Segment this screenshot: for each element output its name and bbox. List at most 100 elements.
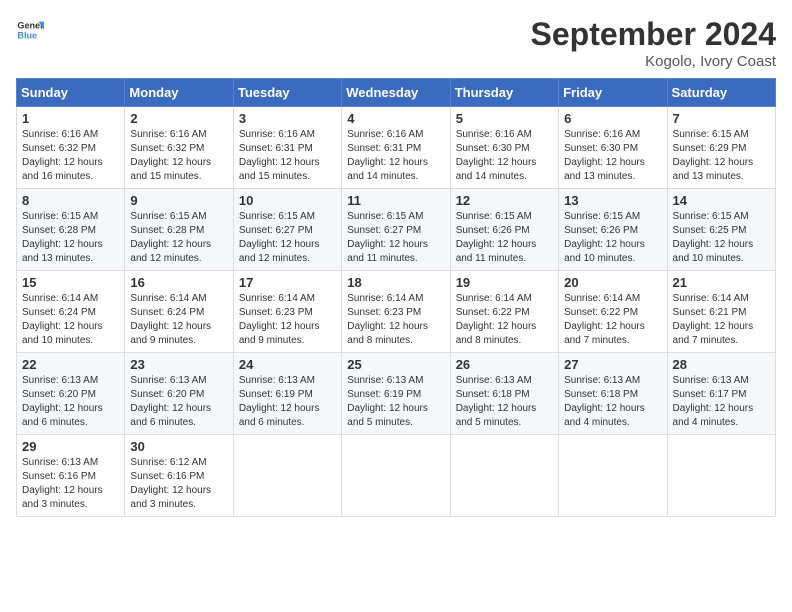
day-number: 20 — [564, 275, 661, 290]
calendar-week-4: 22 Sunrise: 6:13 AMSunset: 6:20 PMDaylig… — [17, 353, 776, 435]
day-number: 27 — [564, 357, 661, 372]
day-detail: Sunrise: 6:12 AMSunset: 6:16 PMDaylight:… — [130, 457, 211, 510]
day-number: 3 — [239, 111, 336, 126]
day-number: 16 — [130, 275, 227, 290]
day-number: 21 — [673, 275, 770, 290]
calendar-week-1: 1 Sunrise: 6:16 AMSunset: 6:32 PMDayligh… — [17, 107, 776, 189]
calendar-cell: 4 Sunrise: 6:16 AMSunset: 6:31 PMDayligh… — [342, 107, 450, 189]
calendar-cell: 14 Sunrise: 6:15 AMSunset: 6:25 PMDaylig… — [667, 189, 775, 271]
calendar-cell: 28 Sunrise: 6:13 AMSunset: 6:17 PMDaylig… — [667, 353, 775, 435]
calendar-cell: 15 Sunrise: 6:14 AMSunset: 6:24 PMDaylig… — [17, 271, 125, 353]
day-detail: Sunrise: 6:15 AMSunset: 6:26 PMDaylight:… — [564, 211, 645, 264]
day-number: 18 — [347, 275, 444, 290]
day-detail: Sunrise: 6:15 AMSunset: 6:25 PMDaylight:… — [673, 211, 754, 264]
day-number: 6 — [564, 111, 661, 126]
day-detail: Sunrise: 6:13 AMSunset: 6:19 PMDaylight:… — [347, 375, 428, 428]
day-detail: Sunrise: 6:14 AMSunset: 6:22 PMDaylight:… — [456, 293, 537, 346]
day-number: 15 — [22, 275, 119, 290]
calendar-cell — [559, 435, 667, 517]
day-number: 25 — [347, 357, 444, 372]
day-number: 1 — [22, 111, 119, 126]
weekday-header-monday: Monday — [125, 79, 233, 107]
day-detail: Sunrise: 6:16 AMSunset: 6:30 PMDaylight:… — [564, 129, 645, 182]
day-number: 5 — [456, 111, 553, 126]
calendar-cell: 19 Sunrise: 6:14 AMSunset: 6:22 PMDaylig… — [450, 271, 558, 353]
month-title: September 2024 — [531, 16, 776, 53]
day-number: 30 — [130, 439, 227, 454]
calendar-cell: 6 Sunrise: 6:16 AMSunset: 6:30 PMDayligh… — [559, 107, 667, 189]
calendar-cell: 17 Sunrise: 6:14 AMSunset: 6:23 PMDaylig… — [233, 271, 341, 353]
day-detail: Sunrise: 6:14 AMSunset: 6:21 PMDaylight:… — [673, 293, 754, 346]
calendar-cell — [233, 435, 341, 517]
day-detail: Sunrise: 6:13 AMSunset: 6:20 PMDaylight:… — [130, 375, 211, 428]
calendar-cell: 20 Sunrise: 6:14 AMSunset: 6:22 PMDaylig… — [559, 271, 667, 353]
calendar-cell: 12 Sunrise: 6:15 AMSunset: 6:26 PMDaylig… — [450, 189, 558, 271]
day-detail: Sunrise: 6:16 AMSunset: 6:30 PMDaylight:… — [456, 129, 537, 182]
day-detail: Sunrise: 6:16 AMSunset: 6:31 PMDaylight:… — [239, 129, 320, 182]
day-number: 14 — [673, 193, 770, 208]
calendar-week-5: 29 Sunrise: 6:13 AMSunset: 6:16 PMDaylig… — [17, 435, 776, 517]
weekday-header-tuesday: Tuesday — [233, 79, 341, 107]
logo: General Blue — [16, 16, 44, 44]
calendar-cell: 3 Sunrise: 6:16 AMSunset: 6:31 PMDayligh… — [233, 107, 341, 189]
day-number: 12 — [456, 193, 553, 208]
day-detail: Sunrise: 6:15 AMSunset: 6:26 PMDaylight:… — [456, 211, 537, 264]
calendar-cell: 11 Sunrise: 6:15 AMSunset: 6:27 PMDaylig… — [342, 189, 450, 271]
day-detail: Sunrise: 6:14 AMSunset: 6:22 PMDaylight:… — [564, 293, 645, 346]
day-number: 28 — [673, 357, 770, 372]
day-number: 8 — [22, 193, 119, 208]
calendar-cell: 26 Sunrise: 6:13 AMSunset: 6:18 PMDaylig… — [450, 353, 558, 435]
day-number: 11 — [347, 193, 444, 208]
title-area: September 2024 Kogolo, Ivory Coast — [531, 16, 776, 70]
calendar-cell — [342, 435, 450, 517]
calendar-cell: 5 Sunrise: 6:16 AMSunset: 6:30 PMDayligh… — [450, 107, 558, 189]
day-detail: Sunrise: 6:13 AMSunset: 6:16 PMDaylight:… — [22, 457, 103, 510]
calendar-cell: 27 Sunrise: 6:13 AMSunset: 6:18 PMDaylig… — [559, 353, 667, 435]
day-detail: Sunrise: 6:16 AMSunset: 6:31 PMDaylight:… — [347, 129, 428, 182]
day-detail: Sunrise: 6:14 AMSunset: 6:23 PMDaylight:… — [239, 293, 320, 346]
day-detail: Sunrise: 6:15 AMSunset: 6:27 PMDaylight:… — [239, 211, 320, 264]
day-number: 13 — [564, 193, 661, 208]
day-detail: Sunrise: 6:13 AMSunset: 6:20 PMDaylight:… — [22, 375, 103, 428]
calendar-cell: 30 Sunrise: 6:12 AMSunset: 6:16 PMDaylig… — [125, 435, 233, 517]
calendar-cell: 8 Sunrise: 6:15 AMSunset: 6:28 PMDayligh… — [17, 189, 125, 271]
weekday-header-friday: Friday — [559, 79, 667, 107]
calendar-cell: 25 Sunrise: 6:13 AMSunset: 6:19 PMDaylig… — [342, 353, 450, 435]
weekday-header-thursday: Thursday — [450, 79, 558, 107]
day-number: 10 — [239, 193, 336, 208]
day-number: 22 — [22, 357, 119, 372]
calendar-week-2: 8 Sunrise: 6:15 AMSunset: 6:28 PMDayligh… — [17, 189, 776, 271]
header: General Blue September 2024 Kogolo, Ivor… — [16, 16, 776, 70]
weekday-header-wednesday: Wednesday — [342, 79, 450, 107]
day-detail: Sunrise: 6:13 AMSunset: 6:17 PMDaylight:… — [673, 375, 754, 428]
day-detail: Sunrise: 6:13 AMSunset: 6:19 PMDaylight:… — [239, 375, 320, 428]
calendar-cell: 23 Sunrise: 6:13 AMSunset: 6:20 PMDaylig… — [125, 353, 233, 435]
day-detail: Sunrise: 6:14 AMSunset: 6:24 PMDaylight:… — [130, 293, 211, 346]
weekday-header-row: SundayMondayTuesdayWednesdayThursdayFrid… — [17, 79, 776, 107]
day-number: 17 — [239, 275, 336, 290]
day-number: 19 — [456, 275, 553, 290]
day-number: 26 — [456, 357, 553, 372]
day-detail: Sunrise: 6:15 AMSunset: 6:28 PMDaylight:… — [22, 211, 103, 264]
day-detail: Sunrise: 6:13 AMSunset: 6:18 PMDaylight:… — [564, 375, 645, 428]
calendar-cell: 10 Sunrise: 6:15 AMSunset: 6:27 PMDaylig… — [233, 189, 341, 271]
calendar-cell — [667, 435, 775, 517]
day-number: 9 — [130, 193, 227, 208]
day-number: 7 — [673, 111, 770, 126]
day-number: 23 — [130, 357, 227, 372]
calendar-table: SundayMondayTuesdayWednesdayThursdayFrid… — [16, 78, 776, 517]
calendar-cell: 22 Sunrise: 6:13 AMSunset: 6:20 PMDaylig… — [17, 353, 125, 435]
calendar-week-3: 15 Sunrise: 6:14 AMSunset: 6:24 PMDaylig… — [17, 271, 776, 353]
day-number: 24 — [239, 357, 336, 372]
calendar-cell: 13 Sunrise: 6:15 AMSunset: 6:26 PMDaylig… — [559, 189, 667, 271]
day-number: 29 — [22, 439, 119, 454]
day-detail: Sunrise: 6:15 AMSunset: 6:27 PMDaylight:… — [347, 211, 428, 264]
weekday-header-sunday: Sunday — [17, 79, 125, 107]
day-detail: Sunrise: 6:16 AMSunset: 6:32 PMDaylight:… — [22, 129, 103, 182]
calendar-cell: 2 Sunrise: 6:16 AMSunset: 6:32 PMDayligh… — [125, 107, 233, 189]
calendar-cell — [450, 435, 558, 517]
day-detail: Sunrise: 6:15 AMSunset: 6:28 PMDaylight:… — [130, 211, 211, 264]
calendar-cell: 21 Sunrise: 6:14 AMSunset: 6:21 PMDaylig… — [667, 271, 775, 353]
weekday-header-saturday: Saturday — [667, 79, 775, 107]
svg-text:Blue: Blue — [17, 30, 37, 40]
